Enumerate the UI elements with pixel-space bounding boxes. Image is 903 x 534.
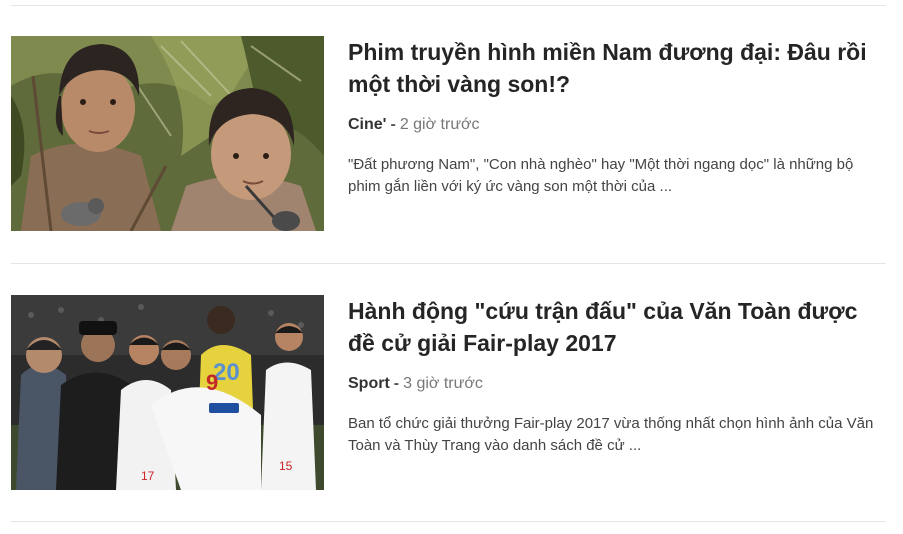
article-divider xyxy=(11,263,886,264)
category-link[interactable]: Sport xyxy=(348,375,390,392)
top-divider xyxy=(11,5,886,6)
jersey-number-9: 9 xyxy=(206,370,218,395)
jersey-number-17: 17 xyxy=(141,469,155,483)
article-excerpt: "Đất phương Nam", "Con nhà nghèo" hay "M… xyxy=(348,156,854,195)
article-card[interactable]: 17 20 9 15 Hành động "cứu trận đấu" của … xyxy=(11,295,886,490)
article-meta: Cine' -2 giờ trước xyxy=(348,115,886,135)
article-text: Hành động "cứu trận đấu" của Văn Toàn đư… xyxy=(348,295,886,472)
article-card[interactable]: Phim truyền hình miền Nam đương đại: Đâu… xyxy=(11,36,886,231)
article-thumbnail[interactable]: 17 20 9 15 xyxy=(11,295,324,490)
jersey-number-15: 15 xyxy=(279,459,293,473)
article-text: Phim truyền hình miền Nam đương đại: Đâu… xyxy=(348,36,886,213)
category-link[interactable]: Cine' xyxy=(348,116,386,133)
meta-separator: - xyxy=(390,116,396,133)
timestamp: 3 giờ trước xyxy=(403,375,483,392)
article-meta: Sport -3 giờ trước xyxy=(348,374,886,394)
article-title[interactable]: Hành động "cứu trận đấu" của Văn Toàn đư… xyxy=(348,295,886,359)
timestamp: 2 giờ trước xyxy=(399,116,480,133)
bottom-divider xyxy=(11,521,886,522)
meta-separator: - xyxy=(393,375,400,392)
article-title[interactable]: Phim truyền hình miền Nam đương đại: Đâu… xyxy=(348,36,886,100)
article-thumbnail[interactable] xyxy=(11,36,324,231)
article-excerpt: Ban tổ chức giải thưởng Fair-play 2017 v… xyxy=(348,415,874,454)
